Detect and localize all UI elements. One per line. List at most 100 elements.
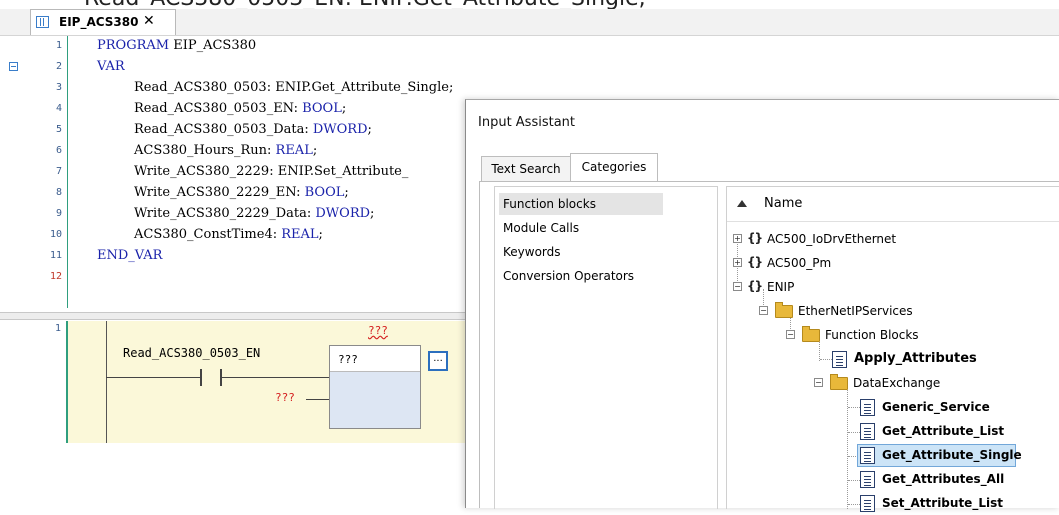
tree-node-label: ENIP xyxy=(767,280,795,294)
declaration-editor[interactable]: 1 2 3 4 5 6 7 8 9 10 11 12 PROGRAM EIP_A… xyxy=(0,36,470,308)
column-name-label: Name xyxy=(764,196,803,211)
tree-node-get-attributes-all[interactable]: Get_Attributes_All xyxy=(727,469,1057,491)
code-line: ACS380_Hours_Run: REAL; xyxy=(134,143,318,158)
tree-node-ac500-iodrvethernet[interactable]: + {} AC500_IoDrvEthernet xyxy=(727,229,1057,251)
dialog-title: Input Assistant xyxy=(478,115,576,130)
namespace-braces-icon: {} xyxy=(747,255,763,269)
input-assistant-button[interactable]: ... xyxy=(428,351,448,371)
sort-ascending-icon xyxy=(737,200,747,207)
tree-node-apply-attributes[interactable]: Apply_Attributes xyxy=(727,349,1057,371)
editor-tab-bar: EIP_ACS380 ✕ xyxy=(0,9,1059,36)
tree-node-label: AC500_Pm xyxy=(767,256,832,270)
tree-node-generic-service[interactable]: Generic_Service xyxy=(727,397,1057,419)
line-number-gutter: 1 2 3 4 5 6 7 8 9 10 11 12 xyxy=(40,36,68,308)
fb-input-placeholder[interactable]: ??? xyxy=(275,391,295,404)
code-line: ACS380_ConstTime4: REAL; xyxy=(134,227,323,242)
tree-node-dataexchange[interactable]: − DataExchange xyxy=(727,373,1057,395)
tree-node-label: Get_Attribute_List xyxy=(882,424,1005,438)
category-list[interactable]: Function blocks Module Calls Keywords Co… xyxy=(494,186,718,509)
line-number: 8 xyxy=(55,187,62,198)
tab-label: EIP_ACS380 xyxy=(59,15,139,29)
fb-instance-placeholder[interactable]: ??? xyxy=(368,324,388,337)
input-assistant-dialog: Input Assistant Text Search Categories F… xyxy=(465,99,1059,512)
rung-number-gutter: 1 xyxy=(40,321,68,443)
ladder-rung[interactable]: Read_ACS380_0503_EN ??? ??? ??? ... xyxy=(68,321,470,443)
code-line: PROGRAM EIP_ACS380 xyxy=(97,38,257,53)
line-number: 6 xyxy=(55,145,62,156)
code-line: Read_ACS380_0503_Data: DWORD; xyxy=(134,122,372,137)
tree-column-header[interactable]: Name xyxy=(727,187,1059,222)
code-line: Write_ACS380_2229: ENIP.Set_Attribute_ xyxy=(134,164,409,179)
rung-number: 1 xyxy=(54,323,61,334)
collapse-icon[interactable]: − xyxy=(786,330,795,339)
editor-splitter[interactable] xyxy=(0,312,470,320)
line-number: 4 xyxy=(55,103,62,114)
tree-node-label: Get_Attribute_Single xyxy=(882,448,1022,462)
tab-text-search[interactable]: Text Search xyxy=(481,156,571,182)
code-line: Write_ACS380_2229_Data: DWORD; xyxy=(134,206,375,221)
category-keywords[interactable]: Keywords xyxy=(499,241,561,263)
line-number: 12 xyxy=(49,271,62,282)
namespace-braces-icon: {} xyxy=(747,279,763,293)
tree-node-ethernetipservices[interactable]: − EtherNetIPServices xyxy=(727,301,1057,323)
tree-node-label: Generic_Service xyxy=(882,400,990,414)
code-line: Write_ACS380_2229_EN: BOOL; xyxy=(134,185,349,200)
tree-node-ac500-pm[interactable]: + {} AC500_Pm xyxy=(727,253,1057,275)
input-wire xyxy=(306,399,329,400)
expand-icon[interactable]: + xyxy=(733,234,742,243)
category-function-blocks[interactable]: Function blocks xyxy=(499,193,663,215)
category-conversion-operators[interactable]: Conversion Operators xyxy=(499,265,634,287)
tree-node-label: Get_Attributes_All xyxy=(882,472,1005,486)
fb-type-placeholder[interactable]: ??? xyxy=(338,353,358,366)
collapse-icon[interactable]: − xyxy=(759,306,768,315)
tree-node-function-blocks[interactable]: − Function Blocks xyxy=(727,325,1057,347)
line-number: 7 xyxy=(55,166,62,177)
tab-categories[interactable]: Categories xyxy=(570,153,658,182)
tree-node-enip[interactable]: − {} ENIP xyxy=(727,277,1057,299)
close-icon[interactable]: ✕ xyxy=(143,13,155,29)
expand-icon[interactable]: + xyxy=(733,258,742,267)
tab-eip-acs380[interactable]: EIP_ACS380 ✕ xyxy=(30,9,176,35)
tree-node-label: Set_Attribute_List xyxy=(882,496,1003,510)
contact-left-bar xyxy=(200,369,202,386)
line-number: 10 xyxy=(49,229,62,240)
code-line: END_VAR xyxy=(97,248,163,263)
function-block[interactable]: ??? xyxy=(329,345,421,429)
contact-variable-label[interactable]: Read_ACS380_0503_EN xyxy=(123,346,260,360)
tree-node-label: DataExchange xyxy=(853,376,941,390)
function-block-doc-icon xyxy=(860,471,875,488)
code-line: Read_ACS380_0503: ENIP.Get_Attribute_Sin… xyxy=(134,80,454,95)
line-number: 2 xyxy=(55,61,62,72)
line-number: 3 xyxy=(55,82,62,93)
function-block-doc-icon xyxy=(860,399,875,416)
ladder-pou-icon xyxy=(36,16,49,28)
folder-icon xyxy=(775,302,793,318)
tree-node-get-attribute-single[interactable]: Get_Attribute_Single xyxy=(727,445,1057,467)
function-block-doc-icon xyxy=(832,351,847,368)
folder-icon xyxy=(830,374,848,390)
left-power-rail xyxy=(106,321,107,443)
ladder-editor[interactable]: 1 Read_ACS380_0503_EN ??? ??? ??? ... xyxy=(0,321,470,507)
tree-node-get-attribute-list[interactable]: Get_Attribute_List xyxy=(727,421,1057,443)
tree-node-set-attribute-list[interactable]: Set_Attribute_List xyxy=(727,493,1057,515)
tree-node-label: AC500_IoDrvEthernet xyxy=(767,232,897,246)
tree-node-label: Function Blocks xyxy=(825,328,919,342)
line-number: 9 xyxy=(55,208,62,219)
tree-node-label: Apply_Attributes xyxy=(854,351,977,366)
code-line: Read_ACS380_0503_EN: BOOL; xyxy=(134,101,347,116)
code-line: VAR xyxy=(97,59,125,74)
fb-header: ??? xyxy=(330,346,420,372)
function-block-doc-icon xyxy=(860,423,875,440)
collapse-icon[interactable]: − xyxy=(733,282,742,291)
category-module-calls[interactable]: Module Calls xyxy=(499,217,579,239)
collapse-icon[interactable]: − xyxy=(814,378,823,387)
rung-wire xyxy=(222,377,329,378)
line-number: 11 xyxy=(49,250,62,261)
rung-wire xyxy=(106,377,200,378)
item-tree[interactable]: Name + {} AC500_IoDrvEthernet + {} AC500… xyxy=(726,186,1059,512)
dialog-body: Function blocks Module Calls Keywords Co… xyxy=(479,181,1059,512)
folder-icon xyxy=(802,326,820,342)
tree-node-label: EtherNetIPServices xyxy=(798,304,913,318)
namespace-braces-icon: {} xyxy=(747,231,763,245)
collapse-icon[interactable] xyxy=(9,62,18,71)
